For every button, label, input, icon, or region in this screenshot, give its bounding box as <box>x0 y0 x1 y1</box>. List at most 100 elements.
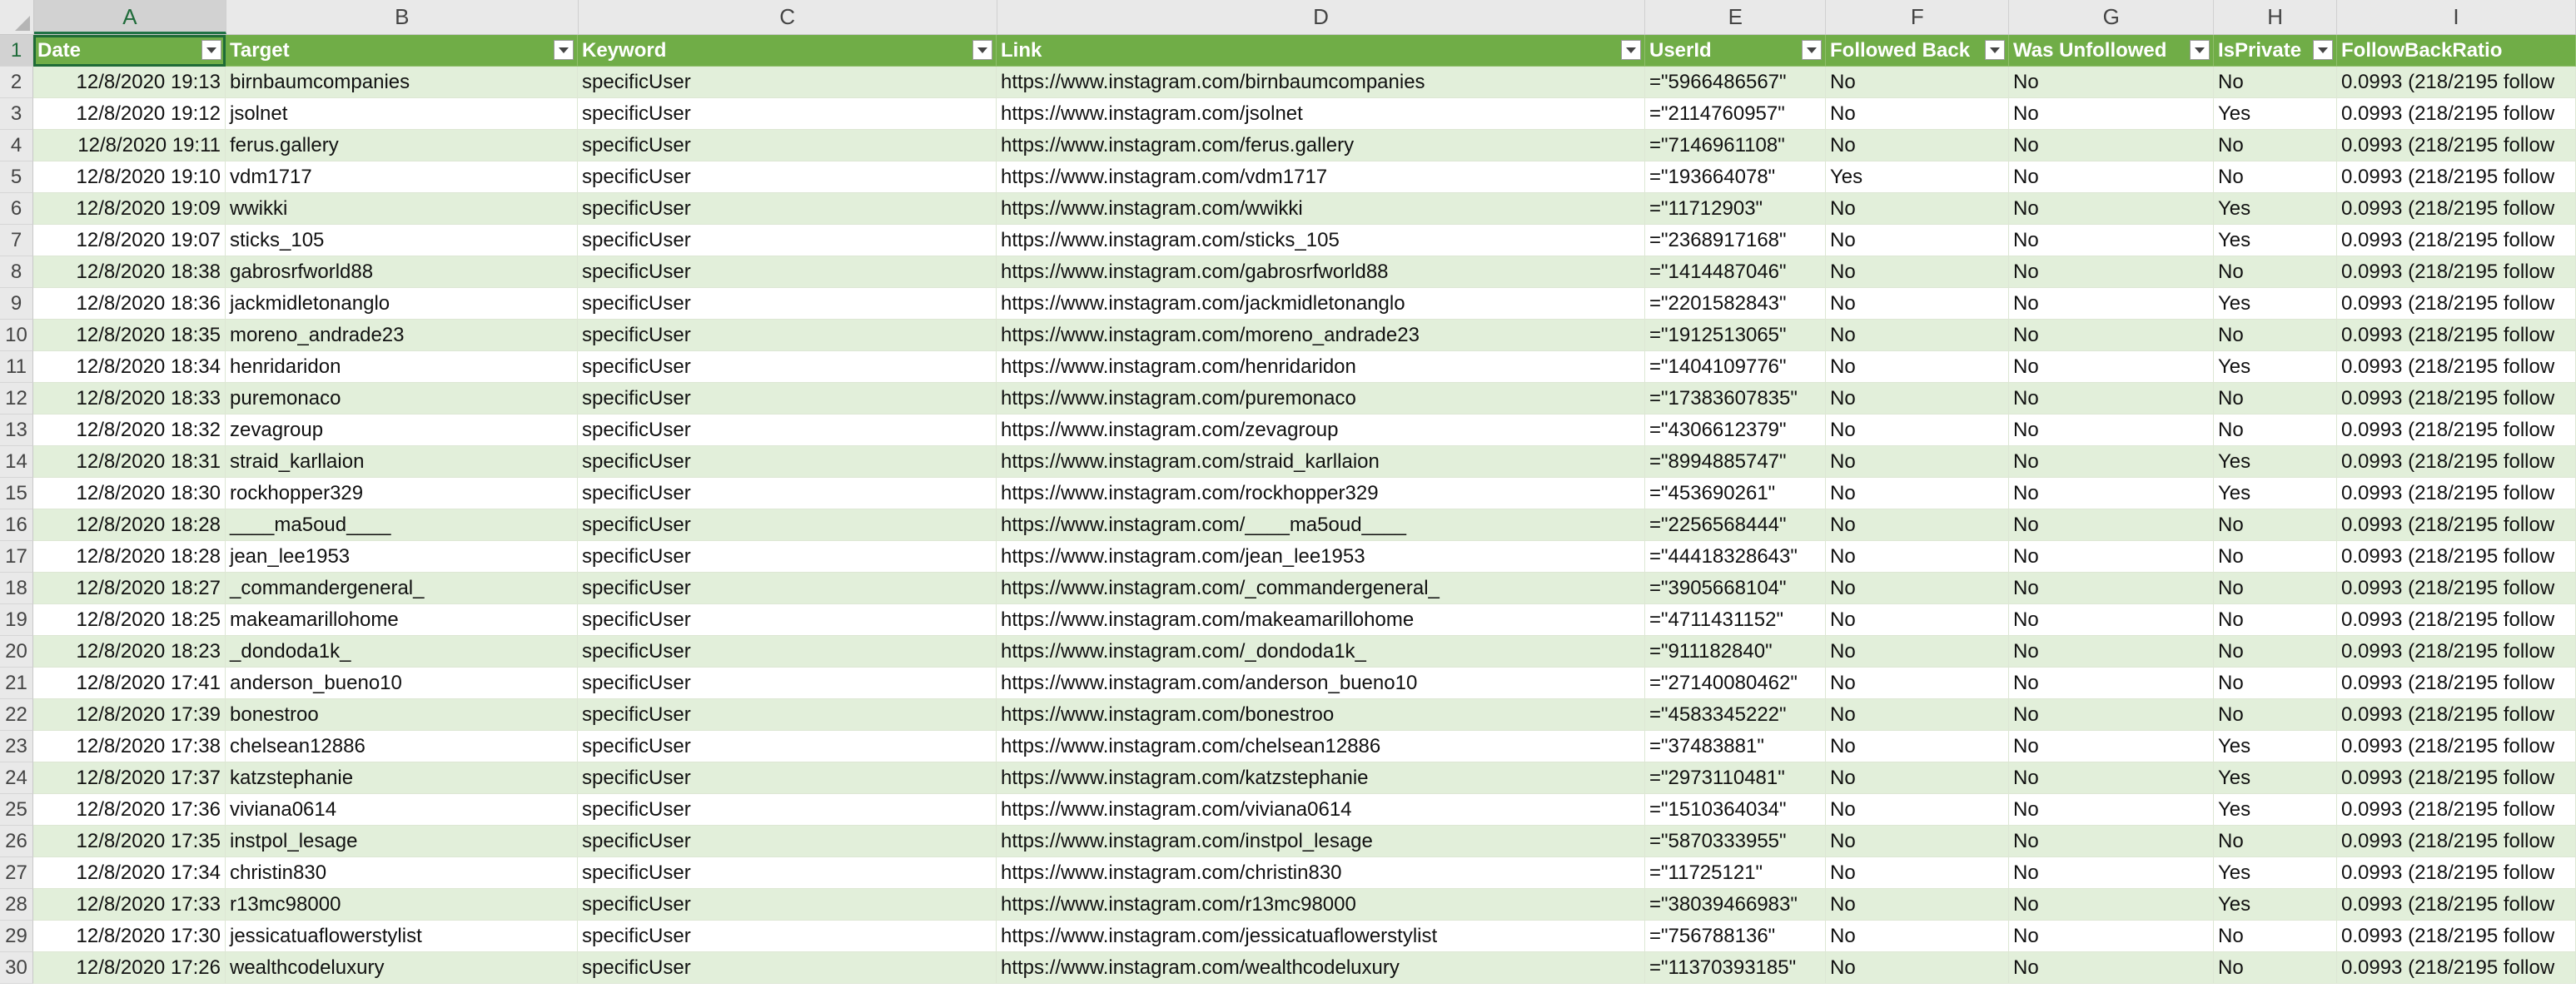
cell-followed-back[interactable]: No <box>1826 889 2009 921</box>
cell-isprivate[interactable]: Yes <box>2214 889 2337 921</box>
cell-was-unfollowed[interactable]: No <box>2009 193 2214 225</box>
cell-was-unfollowed[interactable]: No <box>2009 446 2214 478</box>
cell-followed-back[interactable]: No <box>1826 383 2009 415</box>
cell-was-unfollowed[interactable]: No <box>2009 921 2214 952</box>
cell-isprivate[interactable]: Yes <box>2214 731 2337 762</box>
cell-userid[interactable]: ="2973110481" <box>1645 762 1826 794</box>
cell-isprivate[interactable]: Yes <box>2214 225 2337 256</box>
row-number[interactable]: 13 <box>0 415 33 446</box>
cell-followed-back[interactable]: No <box>1826 415 2009 446</box>
cell-followed-back[interactable]: No <box>1826 921 2009 952</box>
cell-date[interactable]: 12/8/2020 17:26 <box>33 952 226 984</box>
cell-link[interactable]: https://www.instagram.com/ferus.gallery <box>997 130 1645 161</box>
cell-was-unfollowed[interactable]: No <box>2009 351 2214 383</box>
cell-target[interactable]: viviana0614 <box>226 794 578 826</box>
cell-followed-back[interactable]: No <box>1826 98 2009 130</box>
cell-was-unfollowed[interactable]: No <box>2009 668 2214 699</box>
cell-was-unfollowed[interactable]: No <box>2009 130 2214 161</box>
cell-date[interactable]: 12/8/2020 18:38 <box>33 256 226 288</box>
cell-date[interactable]: 12/8/2020 19:13 <box>33 67 226 98</box>
cell-was-unfollowed[interactable]: No <box>2009 826 2214 857</box>
cell-followbackratio[interactable]: 0.0993 (218/2195 follow <box>2337 952 2576 984</box>
cell-link[interactable]: https://www.instagram.com/_commandergene… <box>997 573 1645 604</box>
cell-followed-back[interactable]: No <box>1826 225 2009 256</box>
cell-followbackratio[interactable]: 0.0993 (218/2195 follow <box>2337 541 2576 573</box>
cell-was-unfollowed[interactable]: No <box>2009 794 2214 826</box>
cell-link[interactable]: https://www.instagram.com/zevagroup <box>997 415 1645 446</box>
cell-was-unfollowed[interactable]: No <box>2009 383 2214 415</box>
cell-link[interactable]: https://www.instagram.com/jean_lee1953 <box>997 541 1645 573</box>
row-number[interactable]: 30 <box>0 952 33 984</box>
filter-dropdown-icon[interactable] <box>201 40 221 60</box>
cell-date[interactable]: 12/8/2020 19:09 <box>33 193 226 225</box>
cell-date[interactable]: 12/8/2020 17:35 <box>33 826 226 857</box>
cell-target[interactable]: jean_lee1953 <box>226 541 578 573</box>
row-number[interactable]: 2 <box>0 67 33 98</box>
cell-followbackratio[interactable]: 0.0993 (218/2195 follow <box>2337 826 2576 857</box>
row-number[interactable]: 26 <box>0 826 33 857</box>
cell-link[interactable]: https://www.instagram.com/puremonaco <box>997 383 1645 415</box>
cell-target[interactable]: gabrosrfworld88 <box>226 256 578 288</box>
cell-keyword[interactable]: specificUser <box>578 161 997 193</box>
cell-target[interactable]: ____ma5oud____ <box>226 509 578 541</box>
cell-followed-back[interactable]: No <box>1826 604 2009 636</box>
cell-link[interactable]: https://www.instagram.com/_dondoda1k_ <box>997 636 1645 668</box>
cell-link[interactable]: https://www.instagram.com/chelsean12886 <box>997 731 1645 762</box>
row-number[interactable]: 22 <box>0 699 33 731</box>
row-number[interactable]: 17 <box>0 541 33 573</box>
cell-userid[interactable]: ="453690261" <box>1645 478 1826 509</box>
cell-followed-back[interactable]: Yes <box>1826 161 2009 193</box>
cell-followed-back[interactable]: No <box>1826 952 2009 984</box>
cell-followed-back[interactable]: No <box>1826 67 2009 98</box>
cell-target[interactable]: ferus.gallery <box>226 130 578 161</box>
cell-followed-back[interactable]: No <box>1826 351 2009 383</box>
cell-link[interactable]: https://www.instagram.com/birnbaumcompan… <box>997 67 1645 98</box>
row-number[interactable]: 14 <box>0 446 33 478</box>
cell-isprivate[interactable]: No <box>2214 415 2337 446</box>
cell-followbackratio[interactable]: 0.0993 (218/2195 follow <box>2337 288 2576 320</box>
cell-date[interactable]: 12/8/2020 19:12 <box>33 98 226 130</box>
cell-keyword[interactable]: specificUser <box>578 636 997 668</box>
cell-date[interactable]: 12/8/2020 19:11 <box>33 130 226 161</box>
cell-followbackratio[interactable]: 0.0993 (218/2195 follow <box>2337 857 2576 889</box>
cell-target[interactable]: _dondoda1k_ <box>226 636 578 668</box>
cell-followed-back[interactable]: No <box>1826 130 2009 161</box>
header-cell-userid[interactable]: UserId <box>1645 35 1826 67</box>
cell-isprivate[interactable]: Yes <box>2214 193 2337 225</box>
column-header-i[interactable]: I <box>2337 0 2576 34</box>
row-number[interactable]: 11 <box>0 351 33 383</box>
cell-followbackratio[interactable]: 0.0993 (218/2195 follow <box>2337 636 2576 668</box>
cell-keyword[interactable]: specificUser <box>578 351 997 383</box>
cell-userid[interactable]: ="911182840" <box>1645 636 1826 668</box>
row-number[interactable]: 27 <box>0 857 33 889</box>
cell-keyword[interactable]: specificUser <box>578 256 997 288</box>
cell-isprivate[interactable]: No <box>2214 636 2337 668</box>
cell-isprivate[interactable]: Yes <box>2214 351 2337 383</box>
cell-followbackratio[interactable]: 0.0993 (218/2195 follow <box>2337 320 2576 351</box>
column-header-a[interactable]: A <box>33 0 226 34</box>
cell-target[interactable]: makeamarillohome <box>226 604 578 636</box>
cell-keyword[interactable]: specificUser <box>578 604 997 636</box>
row-number[interactable]: 25 <box>0 794 33 826</box>
cell-followbackratio[interactable]: 0.0993 (218/2195 follow <box>2337 67 2576 98</box>
cell-date[interactable]: 12/8/2020 17:33 <box>33 889 226 921</box>
header-cell-target[interactable]: Target <box>226 35 578 67</box>
cell-target[interactable]: jessicatuaflowerstylist <box>226 921 578 952</box>
cell-date[interactable]: 12/8/2020 19:10 <box>33 161 226 193</box>
cell-userid[interactable]: ="2256568444" <box>1645 509 1826 541</box>
cell-was-unfollowed[interactable]: No <box>2009 762 2214 794</box>
cell-followed-back[interactable]: No <box>1826 762 2009 794</box>
cell-date[interactable]: 12/8/2020 18:23 <box>33 636 226 668</box>
cell-isprivate[interactable]: No <box>2214 573 2337 604</box>
column-header-c[interactable]: C <box>579 0 997 34</box>
cell-keyword[interactable]: specificUser <box>578 288 997 320</box>
row-number[interactable]: 23 <box>0 731 33 762</box>
cell-was-unfollowed[interactable]: No <box>2009 541 2214 573</box>
cell-userid[interactable]: ="1414487046" <box>1645 256 1826 288</box>
row-number[interactable]: 8 <box>0 256 33 288</box>
cell-keyword[interactable]: specificUser <box>578 699 997 731</box>
cell-keyword[interactable]: specificUser <box>578 98 997 130</box>
cell-was-unfollowed[interactable]: No <box>2009 256 2214 288</box>
cell-userid[interactable]: ="2368917168" <box>1645 225 1826 256</box>
cell-followbackratio[interactable]: 0.0993 (218/2195 follow <box>2337 794 2576 826</box>
